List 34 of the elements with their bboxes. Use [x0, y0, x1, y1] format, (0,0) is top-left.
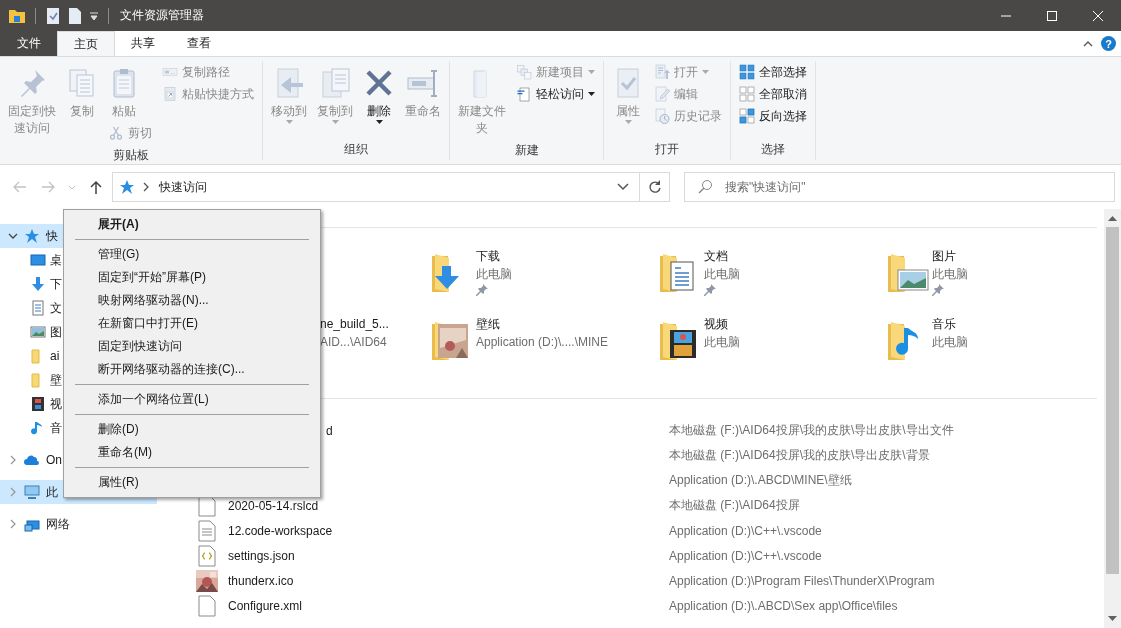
folder-location: 此电脑 [476, 266, 512, 283]
group-label: 新建 [514, 142, 539, 159]
folder-name: ne_build_5... [320, 316, 389, 333]
file-name: 12.code-workspace [228, 523, 333, 538]
folder-location: 此电脑 [704, 266, 740, 283]
folder-name: 下载 [476, 248, 501, 265]
folder-name: 壁纸 [476, 316, 501, 333]
folder-location: 此电脑 [932, 334, 968, 351]
file-path: Application (D:)\C++\.vscode [669, 523, 822, 538]
folder-location: Application (D:)\....\MINE [476, 334, 609, 351]
folder-name: 音乐 [932, 316, 957, 333]
group-label: 打开 [655, 141, 679, 158]
group-label: 组织 [344, 141, 368, 158]
folder-location: 此电脑 [704, 334, 740, 351]
window-title: 文件资源管理器 [120, 7, 204, 24]
file-path: Application (D:)\C++\.vscode [669, 548, 822, 563]
folder-location: AID...\AID64 [320, 334, 388, 351]
file-name: thunderx.ico [228, 573, 294, 588]
file-name: 2020-05-14.rslcd [228, 498, 319, 513]
file-name: Configure.xml [228, 598, 303, 613]
folder-location: 此电脑 [932, 266, 968, 283]
file-name: settings.json [228, 548, 295, 563]
folder-name: 文档 [704, 248, 729, 265]
file-path: 本地磁盘 (F:)\AID64投屏 [669, 497, 800, 514]
file-path: Application (D:)\.ABCD\Sex app\Office\files [669, 598, 898, 613]
file-path: Application (D:)\.ABCD\MINE\壁纸 [669, 472, 852, 489]
folder-name: 图片 [932, 248, 957, 265]
group-label: 剪贴板 [113, 147, 149, 164]
folder-name: 视频 [704, 316, 729, 333]
file-path: Application (D:)\Program Files\ThunderX\Program [669, 573, 935, 588]
file-path: 本地磁盘 (F:)\AID64投屏\我的皮肤\导出皮肤\背景 [669, 447, 930, 464]
file-name: d [326, 423, 333, 438]
group-label: 选择 [761, 141, 785, 158]
file-path: 本地磁盘 (F:)\AID64投屏\我的皮肤\导出皮肤\导出文件 [669, 422, 954, 439]
